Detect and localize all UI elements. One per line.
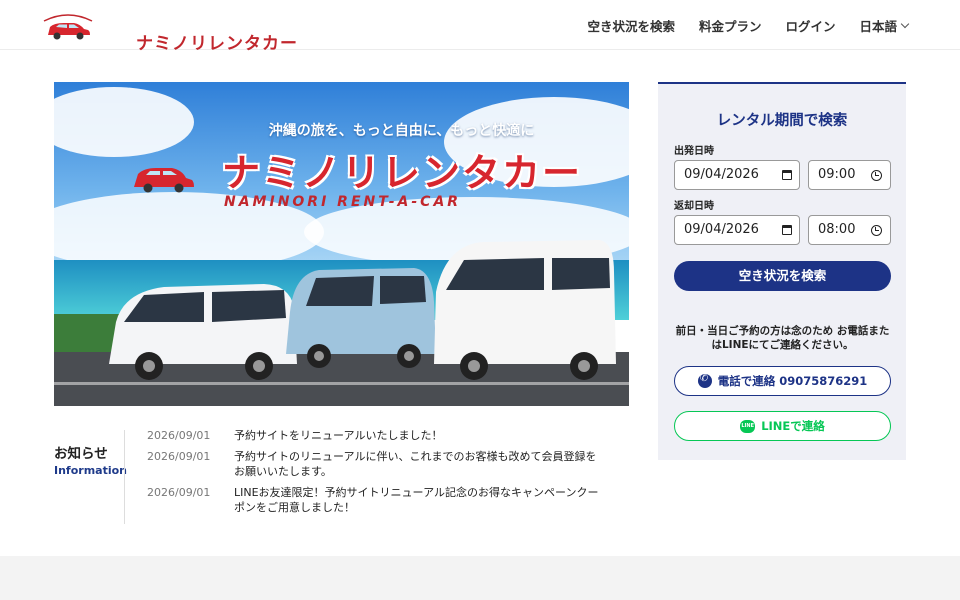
return-time-input[interactable]: 08:00: [808, 215, 891, 245]
return-time-value: 08:00: [818, 222, 856, 237]
news-item[interactable]: 2026/09/01 予約サイトをリニューアルいたしました！: [147, 428, 607, 443]
logo-car-icon: [43, 14, 93, 40]
line-icon: LINE: [740, 419, 756, 433]
departure-time-input[interactable]: 09:00: [808, 160, 891, 190]
departure-time-value: 09:00: [818, 167, 856, 182]
news-subtitle: Information: [54, 464, 127, 477]
return-date-input[interactable]: 09/04/2026: [674, 215, 800, 245]
news-date: 2026/09/01: [147, 429, 211, 442]
news-text: 予約サイトをリニューアルいたしました！: [234, 429, 443, 442]
chevron-down-icon: [900, 19, 910, 28]
line-contact-label: LINEで連絡: [761, 419, 825, 433]
site-logo[interactable]: ナミノリレンタカー: [40, 9, 297, 54]
news-heading: お知らせ Information: [54, 442, 127, 477]
clock-icon[interactable]: [871, 170, 882, 181]
main-nav: 空き状況を検索 料金プラン ログイン 日本語: [587, 16, 910, 35]
clock-icon[interactable]: [871, 225, 882, 236]
news-list: 2026/09/01 予約サイトをリニューアルいたしました！ 2026/09/0…: [147, 428, 607, 521]
language-selector[interactable]: 日本語: [859, 16, 910, 35]
news-item[interactable]: 2026/09/01 LINEお友達限定！予約サイトリニューアル記念のお得なキャ…: [147, 485, 607, 515]
hero-title: ナミノリレンタカー: [222, 151, 583, 195]
return-date-value: 09/04/2026: [684, 222, 759, 237]
nav-login[interactable]: ログイン: [785, 16, 835, 35]
site-header: ナミノリレンタカー 空き状況を検索 料金プラン ログイン 日本語: [0, 0, 960, 54]
search-panel: レンタル期間で検索 出発日時 09/04/2026 09:00 返却日時 09/…: [658, 82, 906, 460]
news-divider: [124, 430, 125, 524]
calendar-icon[interactable]: [782, 170, 792, 180]
search-availability-button[interactable]: 空き状況を検索: [674, 261, 891, 291]
line-contact-button[interactable]: LINE LINEで連絡: [674, 411, 891, 441]
calendar-icon[interactable]: [782, 225, 792, 235]
departure-label: 出発日時: [674, 146, 714, 157]
departure-date-input[interactable]: 09/04/2026: [674, 160, 800, 190]
news-text: 予約サイトのリニューアルに伴い、これまでのお客様も改めて会員登録をお願いいたしま…: [234, 450, 597, 478]
news-date: 2026/09/01: [147, 486, 211, 499]
phone-icon: [697, 373, 712, 388]
footer-band: [0, 556, 960, 600]
hero-tagline: 沖縄の旅を、もっと自由に、もっと快適に: [268, 123, 535, 139]
nav-availability[interactable]: 空き状況を検索: [587, 16, 675, 35]
language-label: 日本語: [859, 19, 897, 34]
hero-banner: 沖縄の旅を、もっと自由に、もっと快適に ナミノリレンタカー NAMINORI R…: [54, 82, 629, 406]
phone-contact-button[interactable]: 電話で連絡 09075876291: [674, 366, 891, 396]
nav-pricing[interactable]: 料金プラン: [699, 16, 762, 35]
search-panel-title: レンタル期間で検索: [716, 113, 848, 129]
news-item[interactable]: 2026/09/01 予約サイトのリニューアルに伴い、これまでのお客様も改めて会…: [147, 449, 607, 479]
news-date: 2026/09/01: [147, 450, 211, 463]
hero-subtitle: NAMINORI RENT-A-CAR: [224, 194, 462, 210]
news-text: LINEお友達限定！予約サイトリニューアル記念のお得なキャンペーンクーポンをご用…: [234, 486, 599, 514]
news-title: お知らせ: [54, 446, 108, 462]
return-label: 返却日時: [674, 201, 714, 212]
logo-text: ナミノリレンタカー: [136, 34, 298, 54]
phone-contact-label: 電話で連絡 09075876291: [717, 374, 868, 388]
contact-notice: 前日・当日ご予約の方は念のため お電話またはLINEにてご連絡ください。: [675, 325, 890, 351]
departure-date-value: 09/04/2026: [684, 167, 759, 182]
